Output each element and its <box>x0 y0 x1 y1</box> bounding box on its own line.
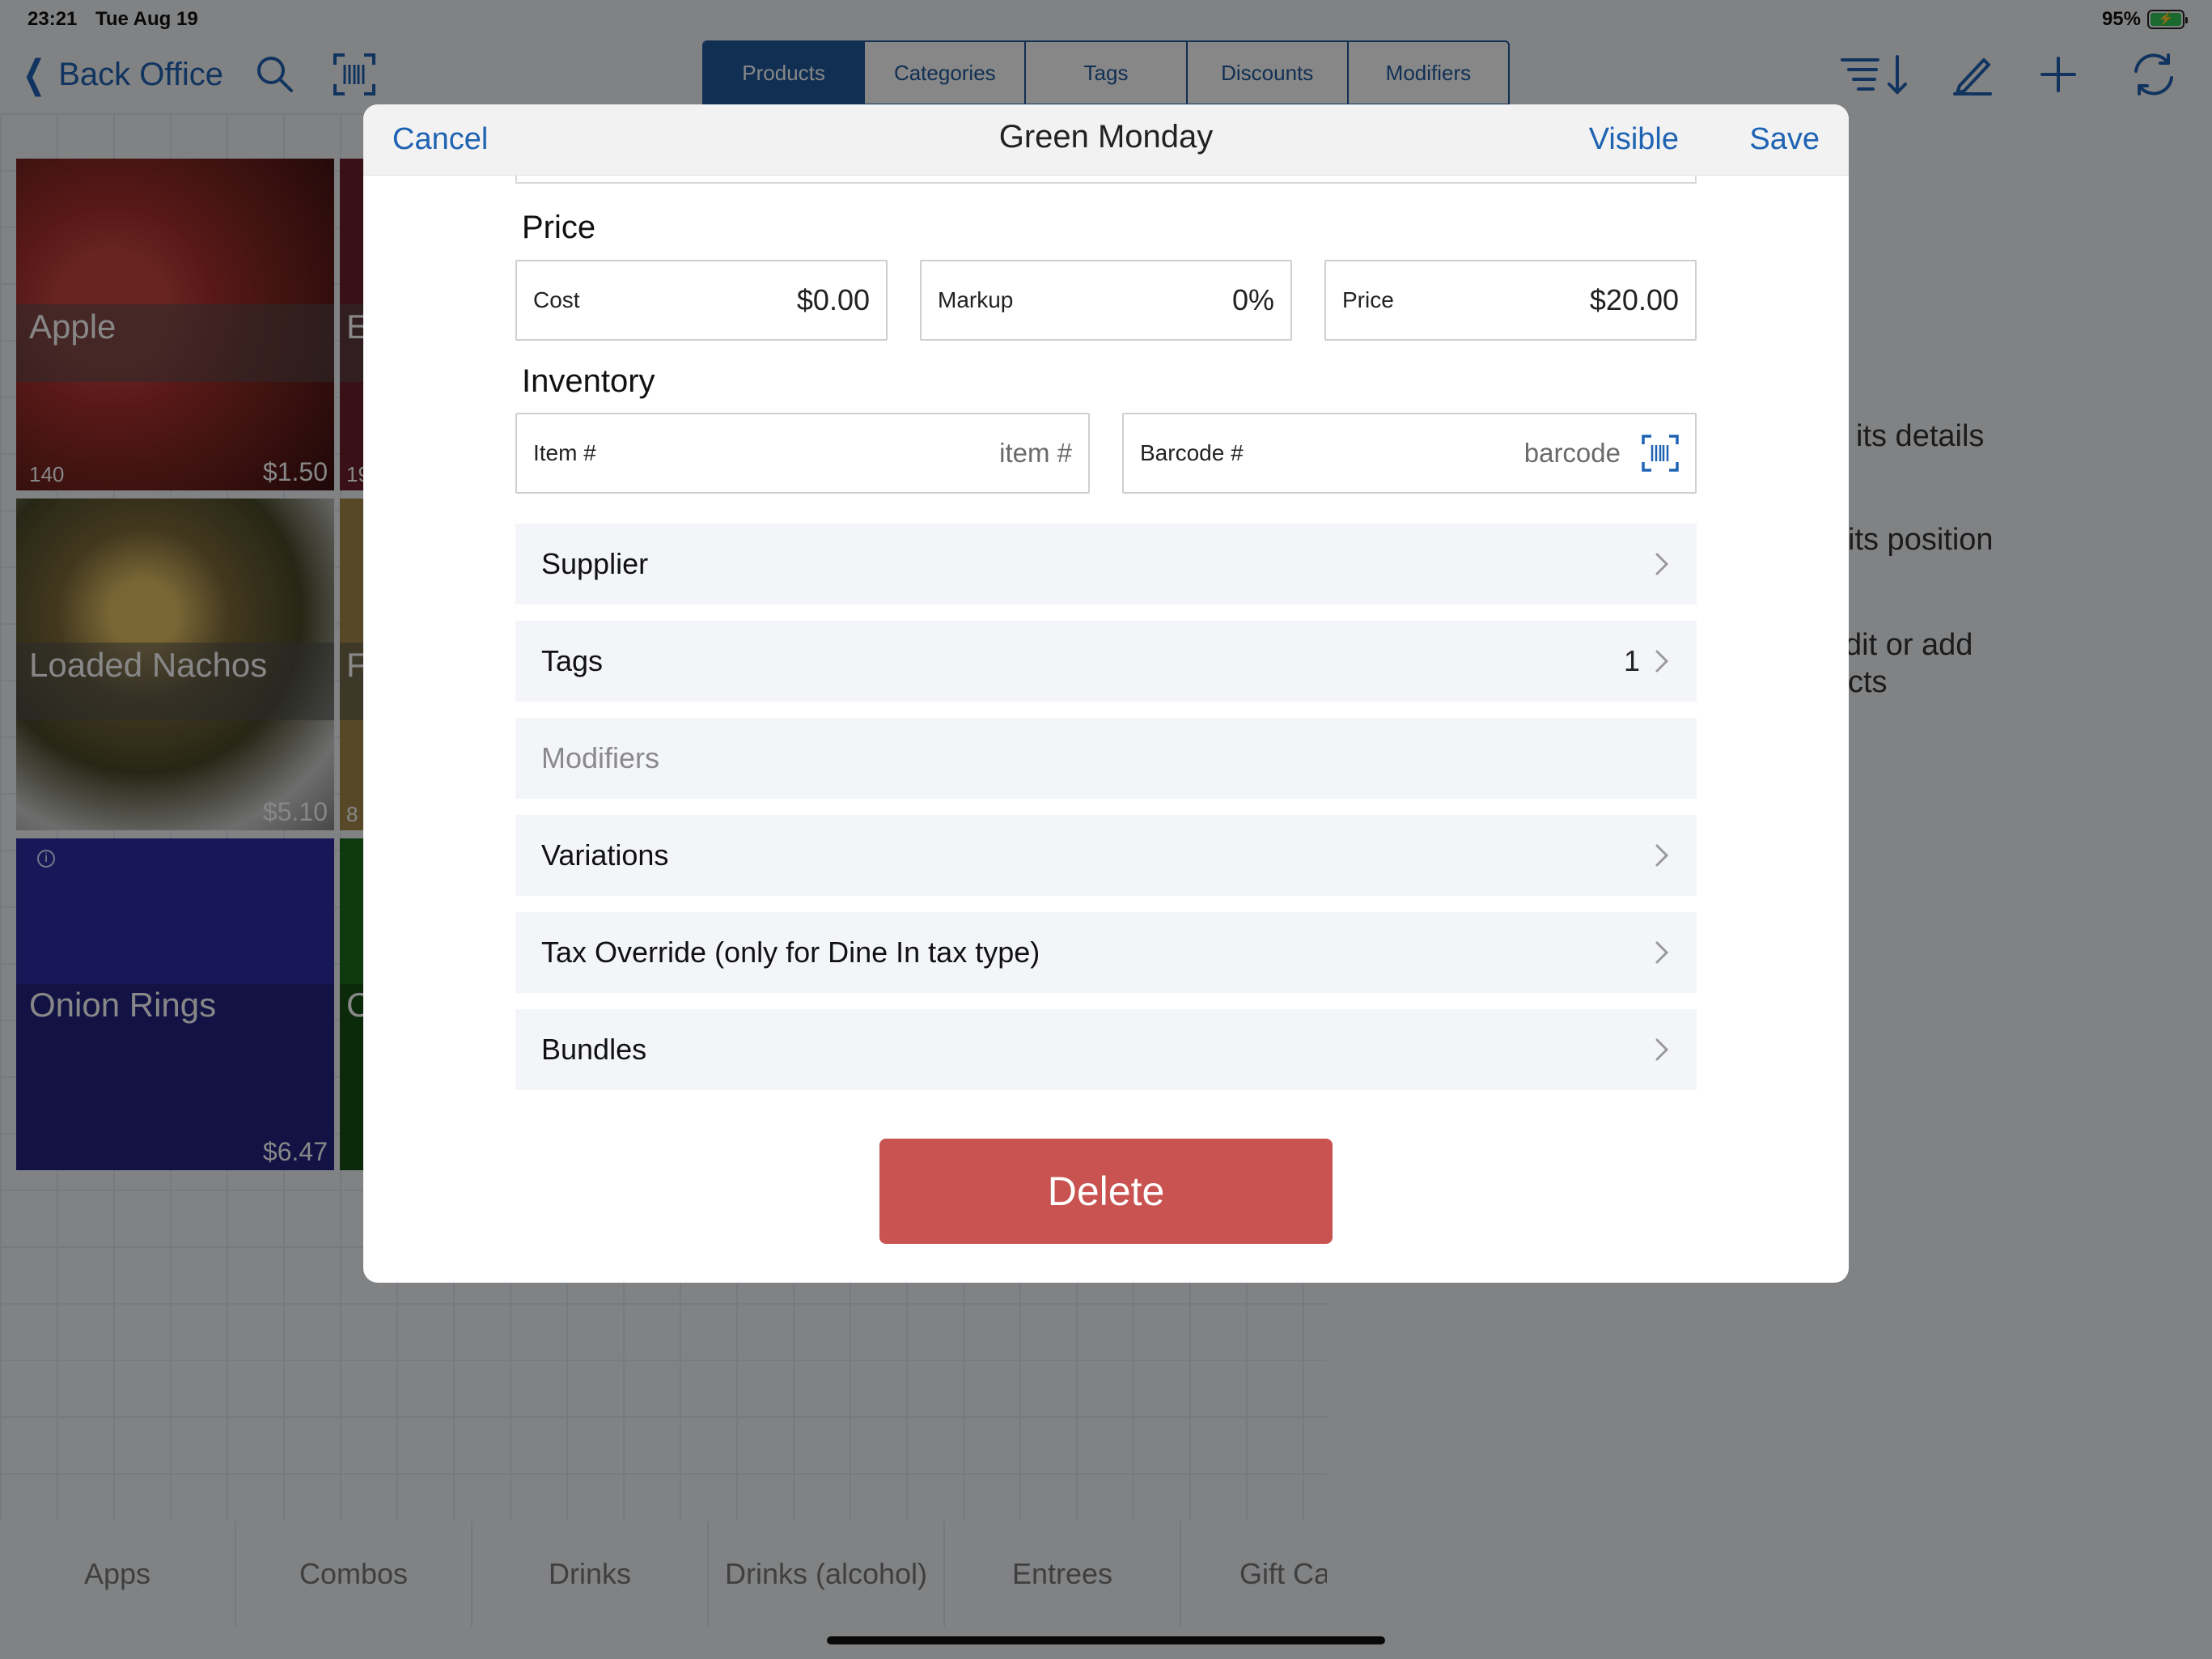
visible-toggle-button[interactable]: Visible <box>1589 122 1679 157</box>
bundles-row[interactable]: Bundles <box>515 1009 1697 1090</box>
markup-value: 0% <box>1231 283 1274 316</box>
price-section-label: Price <box>522 210 596 245</box>
chevron-right-icon <box>1655 648 1671 674</box>
barcode-field[interactable]: Barcode # barcode <box>1122 413 1697 494</box>
supplier-label: Supplier <box>541 547 649 580</box>
barcode-label: Barcode # <box>1140 440 1244 465</box>
supplier-row[interactable]: Supplier <box>515 524 1697 605</box>
price-field[interactable]: Price $20.00 <box>1324 260 1697 341</box>
modifiers-row: Modifiers <box>515 718 1697 799</box>
price-value: $20.00 <box>1589 283 1679 316</box>
chevron-right-icon <box>1655 551 1671 577</box>
barcode-placeholder: barcode <box>1523 438 1621 468</box>
barcode-scan-icon[interactable] <box>1642 435 1679 472</box>
chevron-right-icon <box>1655 842 1671 868</box>
chevron-right-icon <box>1655 1037 1671 1063</box>
modal-header: Green Monday Cancel Visible Save <box>363 104 1849 176</box>
edit-product-modal: Green Monday Cancel Visible Save Price C… <box>363 104 1849 1283</box>
tags-row[interactable]: Tags 1 <box>515 621 1697 702</box>
item-number-label: Item # <box>533 440 596 465</box>
markup-label: Markup <box>938 287 1014 312</box>
item-number-field[interactable]: Item # item # <box>515 413 1090 494</box>
price-label: Price <box>1342 287 1394 312</box>
save-button[interactable]: Save <box>1749 122 1820 157</box>
previous-field-edge <box>515 176 1697 184</box>
cancel-button[interactable]: Cancel <box>392 122 488 157</box>
tax-override-label: Tax Override (only for Dine In tax type) <box>541 936 1040 969</box>
chevron-right-icon <box>1655 940 1671 965</box>
cost-field[interactable]: Cost $0.00 <box>515 260 888 341</box>
variations-label: Variations <box>541 838 669 872</box>
cost-value: $0.00 <box>796 283 870 316</box>
inventory-section-label: Inventory <box>522 363 655 399</box>
item-number-placeholder: item # <box>999 438 1072 468</box>
cost-label: Cost <box>533 287 580 312</box>
tax-override-row[interactable]: Tax Override (only for Dine In tax type) <box>515 912 1697 993</box>
markup-field[interactable]: Markup 0% <box>920 260 1292 341</box>
tags-label: Tags <box>541 644 604 677</box>
bundles-label: Bundles <box>541 1033 647 1066</box>
delete-button[interactable]: Delete <box>879 1139 1333 1244</box>
tags-count: 1 <box>1623 644 1640 677</box>
modifiers-label: Modifiers <box>541 741 660 774</box>
variations-row[interactable]: Variations <box>515 815 1697 896</box>
